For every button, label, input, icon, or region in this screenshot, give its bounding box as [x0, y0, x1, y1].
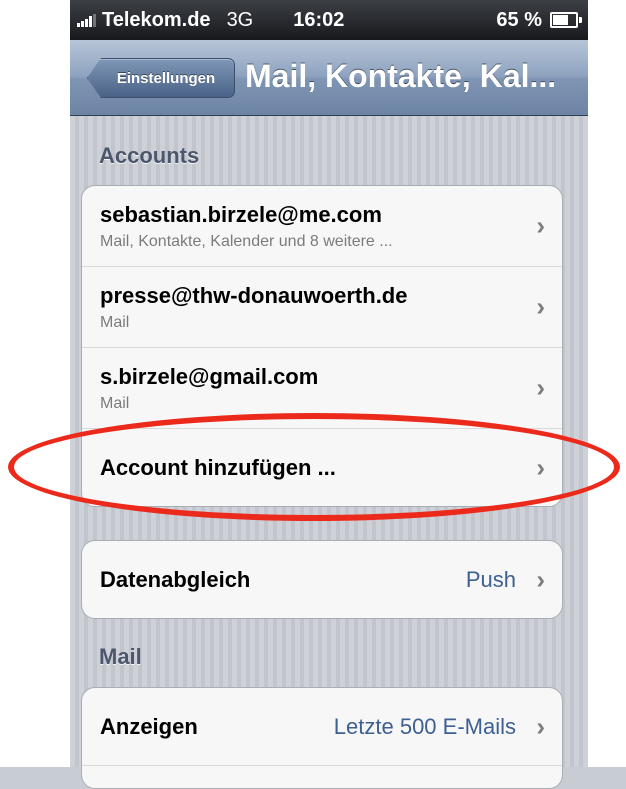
add-account-label: Account hinzufügen ... — [100, 454, 336, 480]
show-value: Letzte 500 E-Mails — [333, 713, 516, 739]
chevron-right-icon: › — [536, 452, 545, 482]
fetch-group: Datenabgleich Push › — [81, 540, 563, 619]
network-label: 3G — [226, 8, 254, 31]
account-row[interactable]: sebastian.birzele@me.com Mail, Kontakte,… — [82, 186, 562, 267]
section-header-mail: Mail — [99, 644, 142, 669]
account-email: sebastian.birzele@me.com — [100, 201, 382, 227]
chevron-right-icon: › — [536, 711, 545, 741]
chevron-right-icon: › — [536, 372, 545, 403]
accounts-group: sebastian.birzele@me.com Mail, Kontakte,… — [81, 185, 563, 507]
fetch-new-data-row[interactable]: Datenabgleich Push › — [82, 541, 562, 618]
chevron-right-icon: › — [536, 210, 545, 241]
page-title: Mail, Kontakte, Kal... — [245, 58, 557, 94]
carrier-label: Telekom.de — [102, 8, 211, 31]
add-account-row[interactable]: Account hinzufügen ... › — [82, 429, 562, 506]
section-header-accounts: Accounts — [99, 143, 200, 168]
account-services: Mail, Kontakte, Kalender und 8 weitere .… — [100, 232, 393, 250]
account-email: s.birzele@gmail.com — [100, 363, 319, 389]
account-services: Mail — [100, 313, 130, 331]
account-services: Mail — [100, 394, 130, 412]
left-margin — [0, 0, 70, 767]
clock: 16:02 — [293, 8, 345, 31]
battery-percent: 65 % — [496, 8, 542, 31]
account-row[interactable]: presse@thw-donauwoerth.de Mail › — [82, 267, 562, 348]
show-messages-row[interactable]: Anzeigen Letzte 500 E-Mails › — [82, 688, 562, 766]
battery-icon — [550, 12, 582, 28]
mail-group: Anzeigen Letzte 500 E-Mails › — [81, 687, 563, 789]
settings-list[interactable]: Accounts sebastian.birzele@me.com Mail, … — [70, 116, 588, 789]
back-button-label: Einstellungen — [116, 69, 216, 87]
account-row[interactable]: s.birzele@gmail.com Mail › — [82, 348, 562, 429]
battery-indicator: 65 % — [496, 8, 582, 32]
status-bar: Telekom.de 3G 16:02 65 % — [70, 0, 588, 40]
chevron-right-icon: › — [536, 291, 545, 322]
right-margin — [588, 0, 626, 767]
fetch-value: Push — [465, 566, 516, 592]
chevron-right-icon: › — [536, 564, 545, 594]
back-button[interactable]: Einstellungen — [87, 58, 235, 98]
account-email: presse@thw-donauwoerth.de — [100, 282, 408, 308]
signal-bars-icon — [77, 13, 97, 27]
navigation-bar: Einstellungen Mail, Kontakte, Kal... — [70, 40, 588, 116]
